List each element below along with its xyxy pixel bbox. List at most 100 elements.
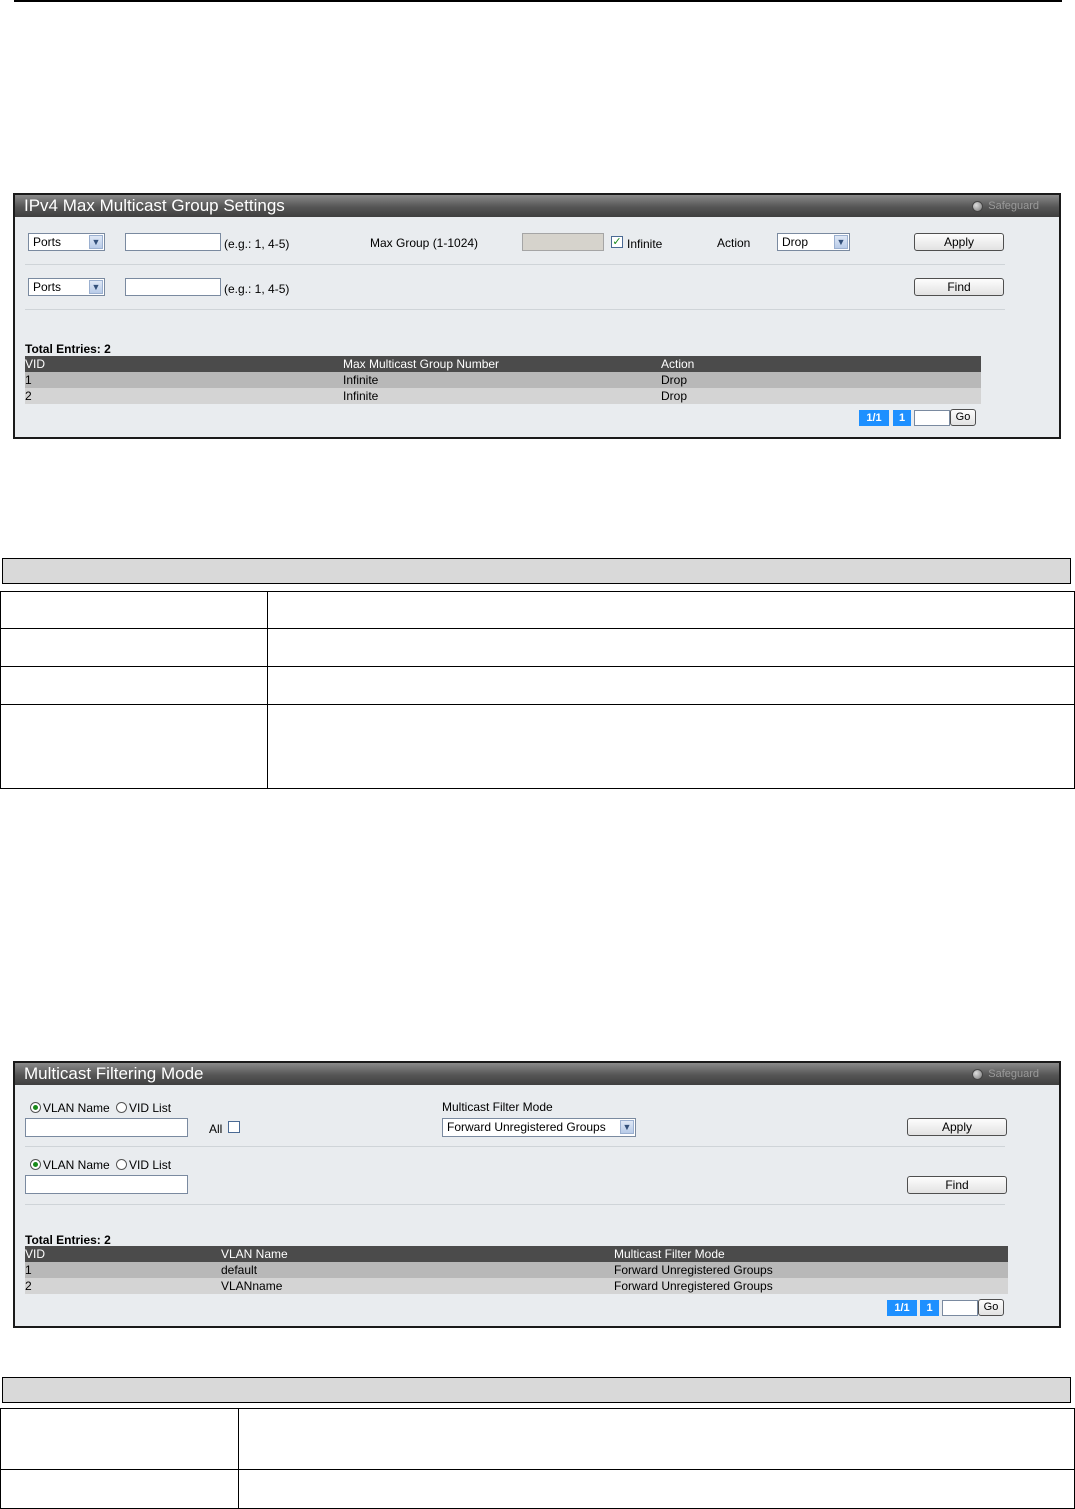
filter-mode-value: Forward Unregistered Groups: [447, 1120, 606, 1134]
separator: [25, 309, 1005, 310]
find-vlan-name-input[interactable]: [25, 1175, 188, 1194]
page-number-input[interactable]: [942, 1300, 978, 1316]
ports-type-select[interactable]: Ports ▼: [28, 233, 105, 251]
table-row[interactable]: 2 VLANname Forward Unregistered Groups: [25, 1278, 1008, 1294]
cell-vid: 1: [25, 1263, 32, 1277]
find-ports-input[interactable]: [125, 278, 221, 296]
doc-cell-name: [0, 666, 268, 705]
doc-table-header-bar: [2, 558, 1071, 584]
filtering-mode-table: VID VLAN Name Multicast Filter Mode 1 de…: [25, 1246, 1008, 1294]
radio-group-2: VLAN Name VID List: [30, 1158, 171, 1172]
doc-cell-name: [0, 591, 268, 629]
safeguard-indicator: Safeguard: [972, 1068, 1039, 1080]
doc-cell-desc: [267, 591, 1075, 629]
find-ports-hint: (e.g.: 1, 4-5): [224, 282, 290, 296]
col-max-group-number: Max Multicast Group Number: [343, 357, 500, 371]
table-row[interactable]: 2 Infinite Drop: [25, 388, 981, 404]
max-group-label: Max Group (1-1024): [370, 236, 479, 250]
find-button[interactable]: Find: [907, 1176, 1007, 1194]
separator: [25, 1204, 1005, 1205]
vlan-name-radio-label: VLAN Name: [43, 1158, 110, 1172]
doc-cell-desc: [238, 1408, 1075, 1470]
cell-vid: 2: [25, 389, 32, 403]
filter-mode-select[interactable]: Forward Unregistered Groups ▼: [442, 1118, 636, 1137]
col-vid: VID: [25, 1247, 46, 1261]
max-group-input[interactable]: [522, 233, 604, 251]
max-multicast-table: VID Max Multicast Group Number Action 1 …: [25, 356, 981, 404]
page-link-1[interactable]: 1: [920, 1300, 939, 1316]
vid-list-radio[interactable]: [116, 1159, 128, 1170]
page-link-1[interactable]: 1: [893, 410, 911, 426]
safeguard-icon: [972, 1068, 984, 1080]
go-button[interactable]: Go: [978, 1299, 1004, 1316]
action-select[interactable]: Drop ▼: [777, 233, 850, 251]
panel-title: IPv4 Max Multicast Group Settings: [24, 196, 285, 215]
doc-cell-name: [0, 628, 268, 667]
cell-vlan-name: default: [221, 1263, 258, 1277]
cell-action: Drop: [661, 373, 688, 387]
top-rule: [14, 0, 1062, 2]
page-number-input[interactable]: [914, 410, 950, 426]
page-indicator: 1/1: [887, 1300, 917, 1316]
table-header: VID Max Multicast Group Number Action: [25, 356, 981, 372]
find-type-select[interactable]: Ports ▼: [28, 278, 105, 296]
col-vid: VID: [25, 357, 46, 371]
infinite-checkbox[interactable]: ✓: [611, 236, 623, 248]
doc-cell-desc: [267, 704, 1075, 789]
page-indicator: 1/1: [859, 410, 889, 426]
find-type-value: Ports: [33, 280, 62, 294]
ports-input[interactable]: [125, 233, 221, 251]
cell-filter-mode: Forward Unregistered Groups: [614, 1263, 773, 1277]
doc-cell-desc: [267, 628, 1075, 667]
check-icon: ✓: [612, 236, 622, 248]
find-button[interactable]: Find: [914, 278, 1004, 296]
cell-vlan-name: VLANname: [221, 1279, 283, 1293]
panel-title: Multicast Filtering Mode: [24, 1064, 204, 1083]
panel-header: IPv4 Max Multicast Group Settings Safegu…: [15, 195, 1059, 217]
ipv4-max-multicast-panel: IPv4 Max Multicast Group Settings Safegu…: [13, 193, 1061, 439]
all-checkbox[interactable]: [228, 1121, 240, 1133]
apply-button[interactable]: Apply: [914, 233, 1004, 251]
cell-max-group: Infinite: [343, 373, 379, 387]
vid-list-radio-label: VID List: [129, 1158, 172, 1172]
cell-action: Drop: [661, 389, 688, 403]
chevron-down-icon: ▼: [620, 1120, 634, 1134]
total-entries: Total Entries: 2: [25, 1233, 111, 1247]
panel-header: Multicast Filtering Mode Safeguard: [15, 1063, 1059, 1085]
vlan-name-input[interactable]: [25, 1118, 188, 1137]
col-filter-mode: Multicast Filter Mode: [614, 1247, 725, 1261]
safeguard-indicator: Safeguard: [972, 200, 1039, 212]
action-value: Drop: [782, 235, 809, 249]
doc-cell-name: [0, 1469, 239, 1509]
doc-cell-name: [0, 704, 268, 789]
table-row[interactable]: 1 Infinite Drop: [25, 372, 981, 388]
vlan-name-radio[interactable]: [30, 1159, 41, 1170]
action-label: Action: [717, 236, 751, 250]
total-entries: Total Entries: 2: [25, 342, 111, 356]
doc-cell-name: [0, 1408, 239, 1470]
separator: [25, 264, 1005, 265]
vid-list-radio-label: VID List: [129, 1101, 172, 1115]
vlan-name-radio-label: VLAN Name: [43, 1101, 110, 1115]
infinite-label: Infinite: [627, 237, 663, 251]
doc-cell-desc: [238, 1469, 1075, 1509]
apply-button[interactable]: Apply: [907, 1118, 1007, 1136]
doc-cell-desc: [267, 666, 1075, 705]
separator: [25, 1146, 1005, 1147]
chevron-down-icon: ▼: [89, 280, 103, 294]
cell-filter-mode: Forward Unregistered Groups: [614, 1279, 773, 1293]
vlan-name-radio[interactable]: [30, 1102, 41, 1113]
cell-vid: 1: [25, 373, 32, 387]
filter-mode-label: Multicast Filter Mode: [442, 1100, 553, 1114]
go-button[interactable]: Go: [950, 409, 976, 426]
doc-table-header-bar: [2, 1377, 1071, 1403]
ports-type-value: Ports: [33, 235, 62, 249]
vid-list-radio[interactable]: [116, 1102, 128, 1113]
safeguard-label: Safeguard: [988, 1068, 1039, 1080]
chevron-down-icon: ▼: [834, 235, 848, 249]
col-vlan-name: VLAN Name: [221, 1247, 288, 1261]
table-row[interactable]: 1 default Forward Unregistered Groups: [25, 1262, 1008, 1278]
chevron-down-icon: ▼: [89, 235, 103, 249]
safeguard-icon: [972, 200, 984, 212]
radio-group-1: VLAN Name VID List: [30, 1101, 171, 1115]
